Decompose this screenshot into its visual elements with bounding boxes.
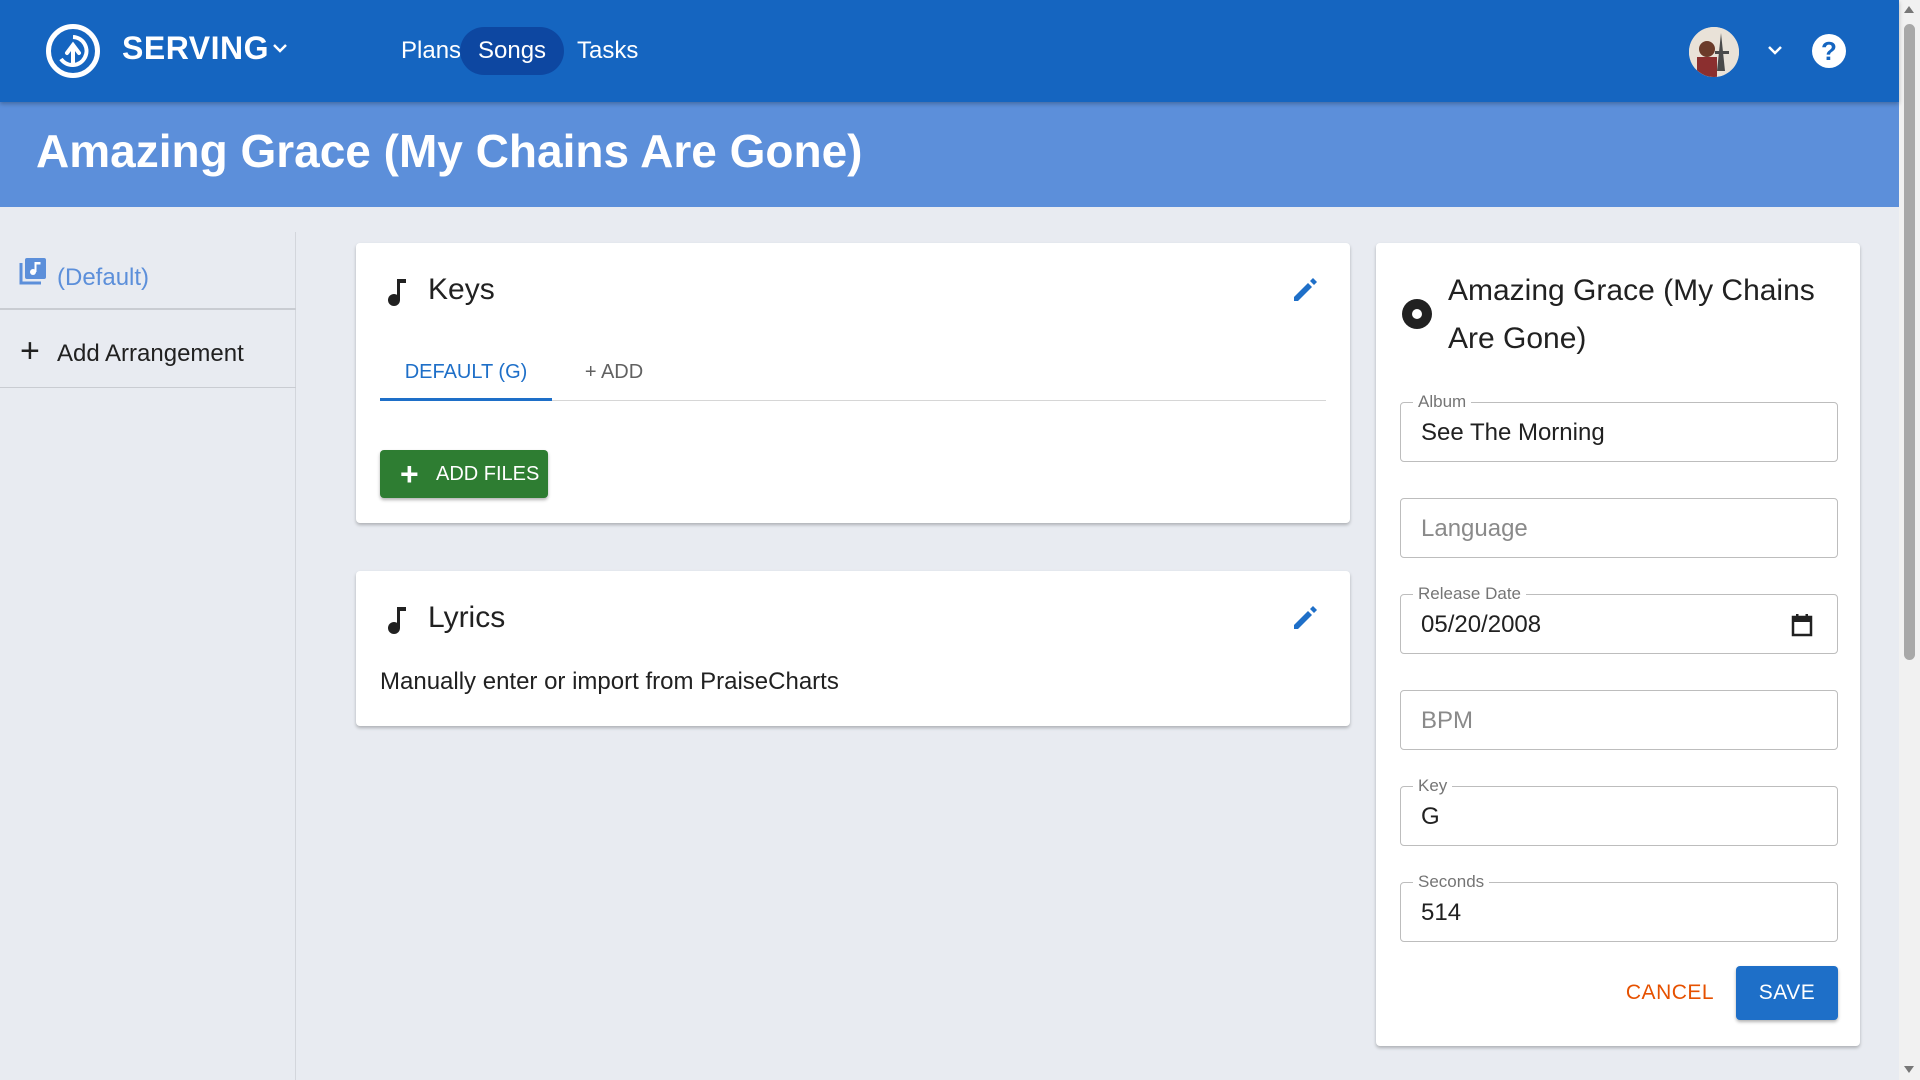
field-value: See The Morning — [1421, 419, 1605, 446]
calendar-icon[interactable] — [1791, 613, 1813, 637]
card-title: Keys — [428, 273, 495, 306]
edit-icon[interactable] — [1290, 275, 1320, 305]
app-logo-icon[interactable] — [46, 24, 100, 78]
chevron-down-icon[interactable] — [1765, 40, 1785, 60]
add-files-label: ADD FILES — [436, 463, 540, 485]
field-placeholder: Language — [1421, 515, 1528, 542]
lyrics-placeholder-text: Manually enter or import from PraiseChar… — [380, 668, 839, 695]
field-value: G — [1421, 803, 1440, 830]
song-title: Amazing Grace (My Chains Are Gone) — [1448, 274, 1815, 355]
arrangements-sidebar: (Default) + Add Arrangement — [0, 232, 296, 1080]
title-band: Amazing Grace (My Chains Are Gone) — [0, 102, 1899, 207]
key-field[interactable]: Key G — [1400, 776, 1838, 846]
song-details-card: Amazing Grace (My Chains Are Gone) Album… — [1376, 243, 1860, 1046]
plus-icon: + — [20, 332, 40, 370]
brand-name[interactable]: SERVING — [122, 30, 269, 67]
field-value: 514 — [1421, 899, 1462, 926]
chevron-down-icon[interactable] — [270, 38, 290, 58]
keys-card: Keys DEFAULT (G) + ADD + ADD FILES — [356, 243, 1350, 523]
album-field[interactable]: Album See The Morning — [1400, 392, 1838, 462]
key-tabs: DEFAULT (G) + ADD — [380, 343, 1326, 401]
release-date-field[interactable]: Release Date 05/20/2008 — [1400, 584, 1838, 654]
bpm-field[interactable]: BPM — [1400, 690, 1838, 750]
field-placeholder: BPM — [1421, 707, 1474, 734]
album-icon — [1402, 299, 1432, 329]
cancel-button[interactable]: CANCEL — [1620, 966, 1720, 1020]
save-button[interactable]: SAVE — [1736, 966, 1838, 1020]
scroll-thumb[interactable] — [1904, 24, 1915, 660]
card-title: Lyrics — [428, 601, 506, 634]
field-label: Album — [1413, 392, 1472, 412]
tab-add-key[interactable]: + ADD — [564, 343, 664, 401]
sidebar-item-default[interactable]: (Default) — [0, 232, 296, 310]
field-label: Seconds — [1413, 872, 1490, 892]
page-scrollbar[interactable] — [1899, 0, 1920, 1080]
avatar[interactable] — [1689, 27, 1739, 77]
lyrics-card: Lyrics Manually enter or import from Pra… — [356, 571, 1350, 726]
sidebar-item-label: (Default) — [57, 264, 150, 291]
page-title: Amazing Grace (My Chains Are Gone) — [36, 125, 863, 177]
tab-default-key[interactable]: DEFAULT (G) — [380, 343, 552, 401]
plus-icon: + — [400, 456, 419, 492]
field-label: Release Date — [1413, 584, 1527, 604]
music-note-icon — [388, 279, 406, 306]
app-header: SERVING Plans Songs Tasks ? — [0, 0, 1899, 102]
scroll-down-arrow-icon[interactable] — [1904, 1066, 1914, 1073]
scroll-up-arrow-icon[interactable] — [1904, 6, 1914, 13]
nav-songs[interactable]: Songs — [460, 27, 565, 75]
language-field[interactable]: Language — [1400, 498, 1838, 558]
field-label: Key — [1413, 776, 1453, 796]
nav-tasks[interactable]: Tasks — [559, 27, 656, 75]
sidebar-item-add-arrangement[interactable]: + Add Arrangement — [0, 310, 296, 388]
field-value: 05/20/2008 — [1421, 611, 1542, 638]
sidebar-item-label: Add Arrangement — [57, 340, 244, 367]
seconds-field[interactable]: Seconds 514 — [1400, 872, 1838, 942]
library-music-icon — [19, 258, 46, 285]
music-note-icon — [388, 607, 406, 634]
add-files-button[interactable]: + ADD FILES — [380, 450, 548, 498]
edit-icon[interactable] — [1290, 603, 1320, 633]
help-icon[interactable]: ? — [1812, 34, 1846, 68]
